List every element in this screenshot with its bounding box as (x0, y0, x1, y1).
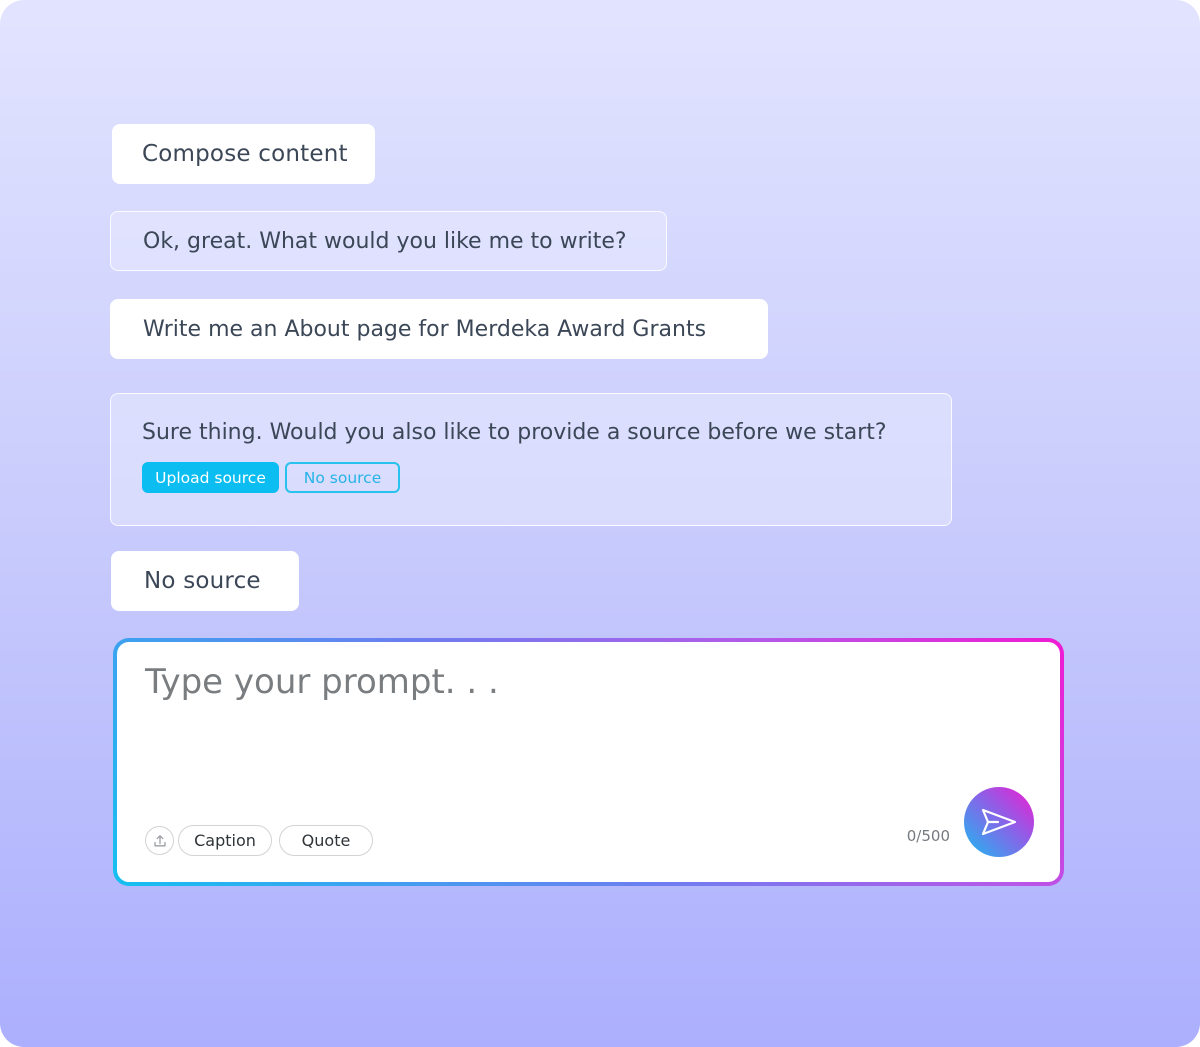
composer-body: Caption Quote 0/500 (117, 642, 1060, 882)
source-actions: Upload source No source (142, 462, 400, 493)
user-message: Write me an About page for Merdeka Award… (110, 299, 768, 359)
upload-button[interactable] (145, 826, 174, 855)
upload-icon (153, 834, 167, 848)
assistant-message-with-actions: Sure thing. Would you also like to provi… (110, 393, 952, 526)
user-message: No source (111, 551, 299, 611)
send-icon (980, 807, 1018, 837)
chat-canvas: Compose content Ok, great. What would yo… (0, 0, 1200, 1047)
message-text: Compose content (142, 141, 348, 167)
character-counter: 0/500 (906, 827, 950, 845)
send-button[interactable] (964, 787, 1034, 857)
prompt-input[interactable] (145, 662, 1005, 702)
message-text: No source (144, 568, 261, 594)
caption-chip[interactable]: Caption (178, 825, 272, 856)
assistant-message: Ok, great. What would you like me to wri… (110, 211, 667, 271)
message-text: Ok, great. What would you like me to wri… (143, 228, 627, 254)
user-message: Compose content (112, 124, 375, 184)
no-source-button[interactable]: No source (285, 462, 400, 493)
upload-source-button[interactable]: Upload source (142, 462, 279, 493)
message-text: Sure thing. Would you also like to provi… (142, 420, 887, 445)
composer-tools: Caption Quote (145, 825, 373, 856)
message-text: Write me an About page for Merdeka Award… (143, 316, 707, 342)
quote-chip[interactable]: Quote (279, 825, 373, 856)
prompt-composer: Caption Quote 0/500 (113, 638, 1064, 886)
